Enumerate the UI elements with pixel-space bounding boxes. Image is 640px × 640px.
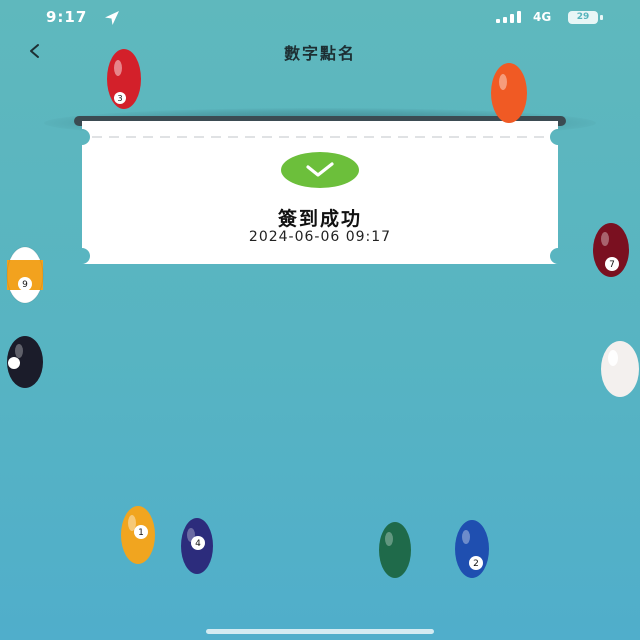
ball-9-yellow: 9	[6, 246, 44, 304]
ball-7-maroon: 7	[593, 223, 629, 277]
battery-icon: 29	[568, 11, 606, 24]
svg-text:9: 9	[22, 280, 28, 290]
check-in-ticket: 簽到成功 2024-06-06 09:17	[82, 121, 558, 264]
ball-8-black	[7, 336, 43, 388]
ball-1-yellow: 1	[121, 506, 155, 564]
check-in-success-text: 簽到成功	[277, 208, 362, 230]
ball-cue-white	[601, 341, 639, 397]
ball-orange-top	[491, 63, 527, 123]
location-arrow-icon	[105, 11, 119, 25]
home-indicator[interactable]	[206, 629, 434, 634]
ball-3-red: 3	[107, 49, 141, 109]
svg-text:3: 3	[117, 94, 122, 103]
svg-text:4: 4	[195, 539, 201, 549]
svg-text:1: 1	[138, 528, 144, 538]
success-check-icon	[281, 152, 359, 188]
status-time: 9:17	[46, 8, 88, 26]
ball-4-purple: 4	[181, 518, 213, 574]
svg-text:2: 2	[473, 559, 479, 569]
ball-6-green	[379, 522, 411, 578]
network-type: 4G	[533, 10, 552, 24]
check-in-timestamp: 2024-06-06 09:17	[248, 229, 392, 245]
check-badge-bg	[281, 152, 359, 188]
status-bar: 9:17 4G 29	[0, 0, 640, 34]
ball-2-blue: 2	[455, 520, 489, 578]
signal-strength-icon	[496, 11, 521, 23]
page-title: 數字點名	[283, 44, 356, 63]
svg-text:7: 7	[609, 260, 615, 270]
battery-cap	[600, 15, 603, 20]
battery-level: 29	[568, 11, 598, 24]
